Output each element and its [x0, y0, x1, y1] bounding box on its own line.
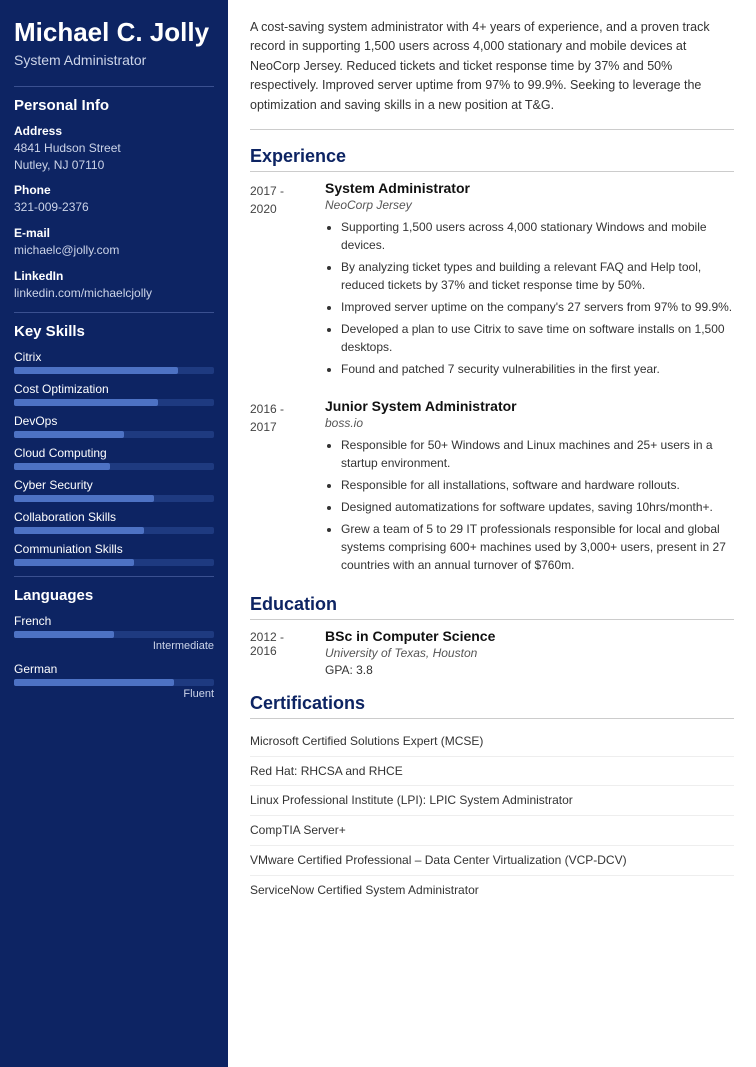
skill-bar-fill	[14, 559, 134, 566]
exp-company: NeoCorp Jersey	[325, 198, 734, 212]
address-value: 4841 Hudson StreetNutley, NJ 07110	[14, 140, 214, 174]
languages-heading: Languages	[14, 576, 214, 604]
language-name: French	[14, 614, 214, 628]
skill-name: Cyber Security	[14, 478, 214, 492]
bullet-item: Responsible for all installations, softw…	[341, 476, 734, 494]
skill-bar-bg	[14, 559, 214, 566]
education-list: 2012 -2016 BSc in Computer Science Unive…	[250, 628, 734, 677]
exp-bullets: Supporting 1,500 users across 4,000 stat…	[341, 218, 734, 378]
certification-item: Linux Professional Institute (LPI): LPIC…	[250, 786, 734, 816]
skills-heading: Key Skills	[14, 312, 214, 340]
languages-list: French Intermediate German Fluent	[14, 614, 214, 700]
summary-text: A cost-saving system administrator with …	[250, 18, 734, 130]
skill-name: DevOps	[14, 414, 214, 428]
skill-name: Cloud Computing	[14, 446, 214, 460]
certification-item: Red Hat: RHCSA and RHCE	[250, 757, 734, 787]
certification-item: Microsoft Certified Solutions Expert (MC…	[250, 727, 734, 757]
certifications-section: Certifications Microsoft Certified Solut…	[250, 693, 734, 905]
skill-bar-fill	[14, 399, 158, 406]
skill-bar-bg	[14, 527, 214, 534]
language-bar-bg	[14, 631, 214, 638]
certifications-list: Microsoft Certified Solutions Expert (MC…	[250, 727, 734, 905]
exp-job-title: Junior System Administrator	[325, 398, 734, 414]
phone-label: Phone	[14, 183, 214, 197]
bullet-item: Designed automatizations for software up…	[341, 498, 734, 516]
address-label: Address	[14, 124, 214, 138]
skill-bar-fill	[14, 463, 110, 470]
edu-details: BSc in Computer Science University of Te…	[325, 628, 495, 677]
personal-info-heading: Personal Info	[14, 86, 214, 114]
candidate-name: Michael C. Jolly	[14, 18, 214, 48]
skill-bar-bg	[14, 431, 214, 438]
education-entry: 2012 -2016 BSc in Computer Science Unive…	[250, 628, 734, 677]
exp-bullets: Responsible for 50+ Windows and Linux ma…	[341, 436, 734, 574]
exp-details: Junior System Administrator boss.io Resp…	[325, 398, 734, 578]
skill-bar-bg	[14, 463, 214, 470]
experience-entry: 2016 -2017 Junior System Administrator b…	[250, 398, 734, 578]
certification-item: ServiceNow Certified System Administrato…	[250, 876, 734, 905]
skill-name: Collaboration Skills	[14, 510, 214, 524]
language-item: French Intermediate	[14, 614, 214, 652]
email-value: michaelc@jolly.com	[14, 242, 214, 259]
linkedin-value: linkedin.com/michaelcjolly	[14, 285, 214, 302]
bullet-item: Grew a team of 5 to 29 IT professionals …	[341, 520, 734, 574]
skill-name: Citrix	[14, 350, 214, 364]
skill-item: Collaboration Skills	[14, 510, 214, 534]
experience-section: Experience 2017 -2020 System Administrat…	[250, 146, 734, 578]
skill-bar-fill	[14, 367, 178, 374]
exp-dates: 2016 -2017	[250, 398, 325, 578]
bullet-item: By analyzing ticket types and building a…	[341, 258, 734, 294]
language-bar-fill	[14, 631, 114, 638]
experience-entry: 2017 -2020 System Administrator NeoCorp …	[250, 180, 734, 382]
bullet-item: Improved server uptime on the company's …	[341, 298, 734, 316]
skill-name: Cost Optimization	[14, 382, 214, 396]
edu-gpa: GPA: 3.8	[325, 663, 495, 677]
skill-item: Cyber Security	[14, 478, 214, 502]
edu-dates: 2012 -2016	[250, 628, 325, 677]
skill-item: Cost Optimization	[14, 382, 214, 406]
language-level: Fluent	[14, 688, 214, 700]
bullet-item: Supporting 1,500 users across 4,000 stat…	[341, 218, 734, 254]
language-bar-bg	[14, 679, 214, 686]
language-level: Intermediate	[14, 640, 214, 652]
language-bar-fill	[14, 679, 174, 686]
linkedin-label: LinkedIn	[14, 269, 214, 283]
skill-item: Cloud Computing	[14, 446, 214, 470]
resume-container: Michael C. Jolly System Administrator Pe…	[0, 0, 756, 1067]
main-content: A cost-saving system administrator with …	[228, 0, 756, 1067]
skill-bar-bg	[14, 399, 214, 406]
exp-job-title: System Administrator	[325, 180, 734, 196]
bullet-item: Responsible for 50+ Windows and Linux ma…	[341, 436, 734, 472]
skill-bar-bg	[14, 495, 214, 502]
phone-value: 321-009-2376	[14, 199, 214, 216]
education-section: Education 2012 -2016 BSc in Computer Sci…	[250, 594, 734, 677]
certification-item: VMware Certified Professional – Data Cen…	[250, 846, 734, 876]
bullet-item: Developed a plan to use Citrix to save t…	[341, 320, 734, 356]
skill-bar-fill	[14, 431, 124, 438]
email-label: E-mail	[14, 226, 214, 240]
skill-item: DevOps	[14, 414, 214, 438]
language-item: German Fluent	[14, 662, 214, 700]
candidate-title: System Administrator	[14, 52, 214, 68]
certifications-heading: Certifications	[250, 693, 734, 719]
edu-school: University of Texas, Houston	[325, 646, 495, 660]
skill-item: Citrix	[14, 350, 214, 374]
skill-item: Communiation Skills	[14, 542, 214, 566]
exp-dates: 2017 -2020	[250, 180, 325, 382]
edu-degree: BSc in Computer Science	[325, 628, 495, 644]
skill-bar-bg	[14, 367, 214, 374]
exp-details: System Administrator NeoCorp Jersey Supp…	[325, 180, 734, 382]
bullet-item: Found and patched 7 security vulnerabili…	[341, 360, 734, 378]
skills-list: Citrix Cost Optimization DevOps Cloud Co…	[14, 350, 214, 566]
certification-item: CompTIA Server+	[250, 816, 734, 846]
sidebar: Michael C. Jolly System Administrator Pe…	[0, 0, 228, 1067]
language-name: German	[14, 662, 214, 676]
skill-bar-fill	[14, 527, 144, 534]
experience-heading: Experience	[250, 146, 734, 172]
experience-list: 2017 -2020 System Administrator NeoCorp …	[250, 180, 734, 578]
exp-company: boss.io	[325, 416, 734, 430]
skill-bar-fill	[14, 495, 154, 502]
skill-name: Communiation Skills	[14, 542, 214, 556]
education-heading: Education	[250, 594, 734, 620]
